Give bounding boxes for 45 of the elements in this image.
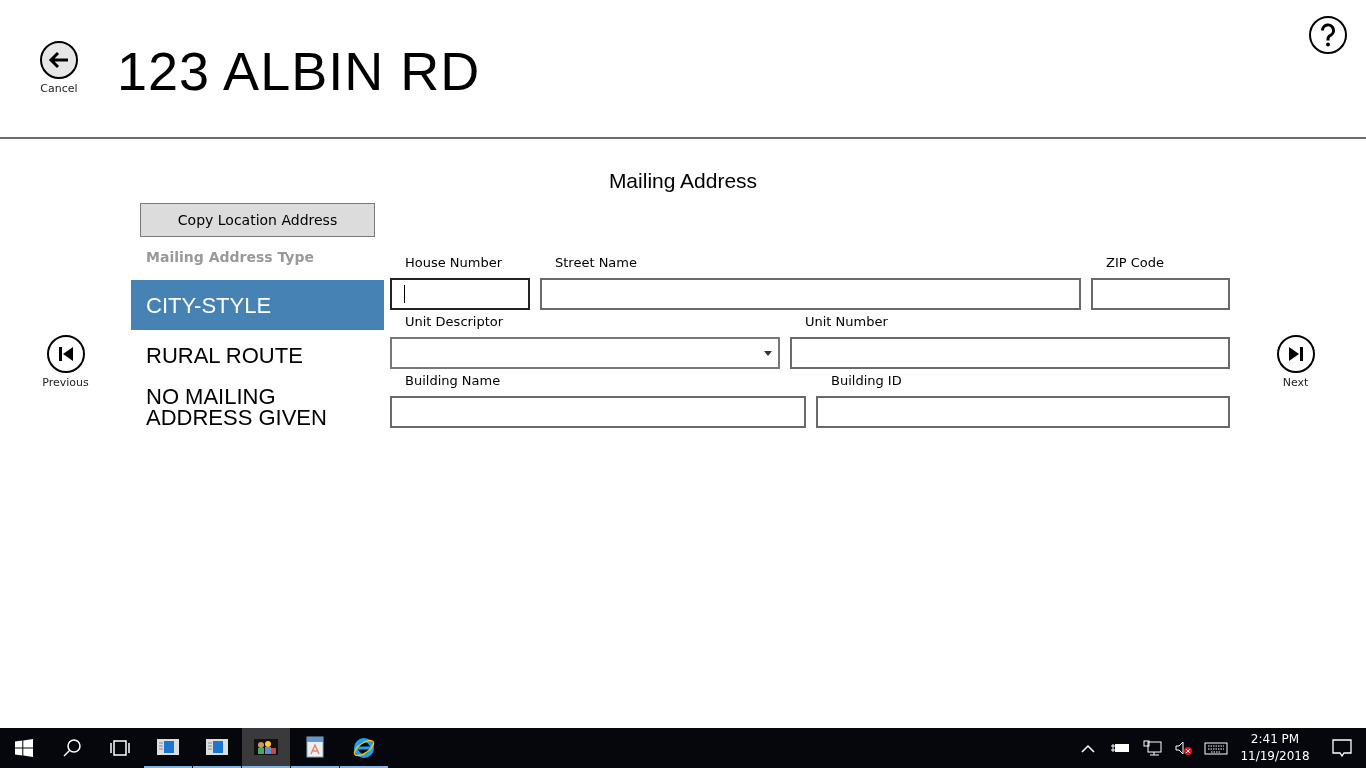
app-window-icon [156, 736, 180, 758]
text-field[interactable] [790, 337, 1230, 369]
page-title: 123 ALBIN RD [117, 40, 481, 102]
task-view-icon [109, 740, 131, 756]
taskbar-app[interactable] [242, 728, 290, 768]
field-label: Building ID [831, 373, 903, 390]
field-label: Mailing Address Type [146, 249, 315, 265]
address-type-option[interactable]: CITY-STYLE [131, 280, 384, 330]
speaker-muted-icon [1174, 740, 1194, 756]
text-field[interactable] [540, 278, 1081, 310]
network-icon [1142, 740, 1162, 756]
keyboard-icon [1204, 740, 1228, 756]
address-type-option[interactable]: RURAL ROUTE [131, 330, 384, 380]
text-field[interactable] [390, 278, 530, 310]
text-cursor [404, 285, 405, 303]
field-label: Street Name [555, 255, 638, 272]
notification-icon [1332, 739, 1352, 757]
dropdown-caret-icon [764, 350, 772, 356]
previous-button[interactable]: Previous [35, 334, 96, 430]
text-field[interactable] [1091, 278, 1230, 310]
text-field[interactable] [816, 396, 1230, 428]
help-button[interactable] [1306, 13, 1350, 57]
search-icon [62, 738, 82, 758]
cancel-button[interactable]: Cancel [35, 40, 83, 95]
section-title: Mailing Address [607, 169, 759, 194]
address-type-option[interactable]: NO MAILING ADDRESS GIVEN [131, 380, 384, 430]
skip-back-icon [45, 334, 86, 374]
field-label: ZIP Code [1106, 255, 1165, 272]
field-label: Building Name [405, 373, 502, 390]
people-icon [254, 736, 278, 758]
field-label: Unit Descriptor [405, 314, 505, 331]
next-button[interactable]: Next [1265, 334, 1326, 430]
dropdown-field[interactable] [390, 337, 780, 369]
browser-icon [352, 736, 376, 758]
clock-time: 2:41 PM [1250, 731, 1300, 748]
skip-forward-icon [1275, 334, 1316, 374]
copy-location-address-button[interactable]: Copy Location Address [140, 203, 375, 237]
question-mark-icon [1308, 15, 1348, 55]
app-window-icon [205, 736, 229, 758]
field-label: House Number [405, 255, 504, 272]
text-field[interactable] [390, 396, 806, 428]
windows-logo-icon [15, 739, 33, 757]
field-label: Unit Number [805, 314, 889, 331]
document-icon [303, 736, 327, 758]
clock-date: 11/19/2018 [1240, 748, 1310, 765]
